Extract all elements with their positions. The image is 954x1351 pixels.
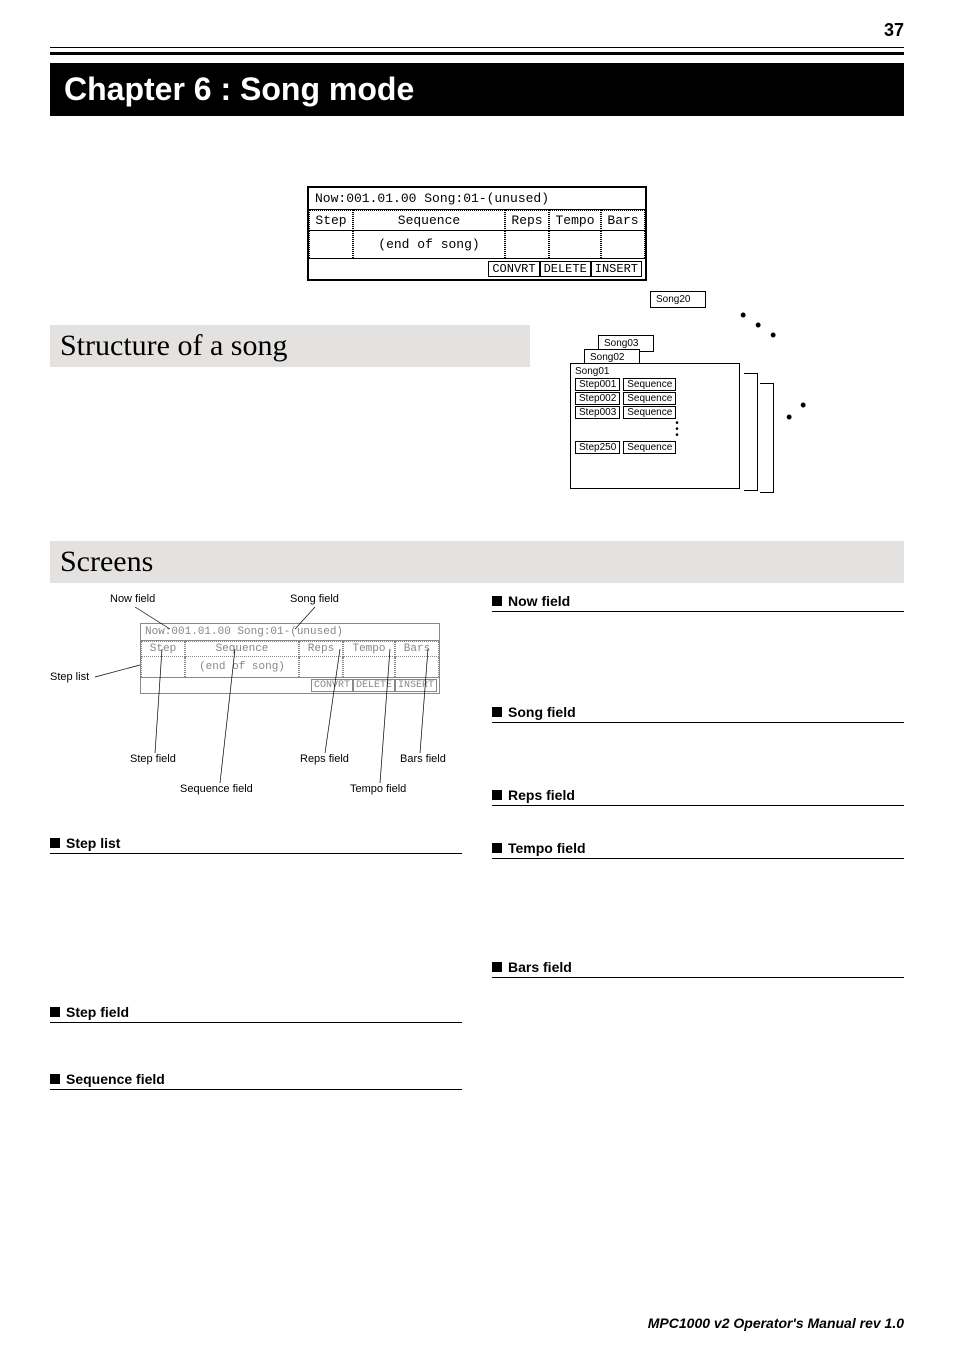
lcd-header-reps: Reps (505, 210, 549, 231)
chapter-title: Chapter 6 : Song mode (50, 63, 904, 116)
lcd-body-sequence: (end of song) (353, 231, 505, 258)
diagram-sequence: Sequence (623, 378, 676, 391)
mini-lcd-row1: Now:001.01.00 Song:01-(unused) (141, 624, 439, 640)
lcd-body-row: (end of song) (309, 231, 645, 258)
diagram-sequence: Sequence (623, 441, 676, 454)
page-footer: MPC1000 v2 Operator's Manual rev 1.0 (648, 1315, 904, 1331)
mini-lcd-hdr-tempo: Tempo (343, 641, 395, 657)
mini-lcd-hdr-reps: Reps (299, 641, 343, 657)
mini-lcd-hdr-step: Step (141, 641, 185, 657)
field-title-sequence-field: Sequence field (50, 1071, 462, 1090)
lcd-header-step: Step (309, 210, 353, 231)
diagram-song20: Song20 (650, 291, 706, 308)
square-icon (492, 596, 502, 606)
section-screens-title: Screens (50, 541, 904, 583)
label-step-field: Step field (130, 753, 176, 765)
section-structure-title: Structure of a song (50, 325, 530, 367)
mini-lcd-delete: DELETE (353, 679, 395, 692)
page-number: 37 (50, 0, 904, 47)
song-structure-diagram: Song20 • • • Song03 Song02 Song01 Step00… (570, 291, 830, 501)
field-title-tempo-field: Tempo field (492, 840, 904, 859)
label-reps-field: Reps field (300, 753, 349, 765)
diagram-sequence: Sequence (623, 406, 676, 419)
lcd-body-reps (505, 231, 549, 258)
mini-lcd-insert: INSERT (395, 679, 437, 692)
label-bars-field: Bars field (400, 753, 446, 765)
mini-lcd: Now:001.01.00 Song:01-(unused) Step Sequ… (140, 623, 440, 694)
dots-icon: • (800, 395, 806, 416)
mini-lcd-convert: CONVRT (311, 679, 353, 692)
lcd-header-tempo: Tempo (549, 210, 601, 231)
square-icon (50, 1007, 60, 1017)
field-title-reps-field: Reps field (492, 787, 904, 806)
lcd-now-line: Now:001.01.00 Song:01-(unused) (309, 188, 645, 209)
mini-lcd-body: (end of song) (185, 657, 299, 677)
lcd-header-row: Step Sequence Reps Tempo Bars (309, 209, 645, 231)
dots-icon: • (740, 305, 746, 326)
lcd-footer: CONVRT DELETE INSERT (309, 258, 645, 279)
mini-lcd-hdr-sequence: Sequence (185, 641, 299, 657)
diagram-step002: Step002 (575, 392, 620, 405)
square-icon (492, 843, 502, 853)
label-now-field: Now field (110, 593, 155, 605)
diagram-step003: Step003 (575, 406, 620, 419)
square-icon (492, 707, 502, 717)
dots-icon: • (770, 325, 776, 346)
square-icon (492, 962, 502, 972)
diagram-step001: Step001 (575, 378, 620, 391)
dots-icon: • (755, 315, 761, 336)
field-title-song-field: Song field (492, 704, 904, 723)
lcd-header-sequence: Sequence (353, 210, 505, 231)
square-icon (50, 838, 60, 848)
label-tempo-field: Tempo field (350, 783, 406, 795)
field-title-step-list: Step list (50, 835, 462, 854)
mini-lcd-hdr-bars: Bars (395, 641, 439, 657)
diagram-cascade (744, 373, 758, 491)
label-sequence-field: Sequence field (180, 783, 253, 795)
label-song-field: Song field (290, 593, 339, 605)
dots-icon: • (786, 407, 792, 428)
field-title-now-field: Now field (492, 593, 904, 612)
lcd-delete-button: DELETE (540, 261, 591, 277)
lcd-header-bars: Bars (601, 210, 645, 231)
field-title-bars-field: Bars field (492, 959, 904, 978)
diagram-cascade (760, 383, 774, 493)
labeled-lcd-diagram: Now field Song field Step list Step fiel… (50, 593, 462, 813)
field-title-step-field: Step field (50, 1004, 462, 1023)
lcd-convert-button: CONVRT (488, 261, 539, 277)
lcd-body-step (309, 231, 353, 258)
diagram-step250: Step250 (575, 441, 620, 454)
square-icon (492, 790, 502, 800)
header-rule (50, 47, 904, 55)
lcd-insert-button: INSERT (591, 261, 642, 277)
diagram-sequence: Sequence (623, 392, 676, 405)
lcd-body-bars (601, 231, 645, 258)
square-icon (50, 1074, 60, 1084)
diagram-song01-label: Song01 (571, 366, 739, 377)
diagram-song01-card: Song01 Step001 Sequence Step002 Sequence… (570, 363, 740, 489)
label-step-list: Step list (50, 671, 89, 683)
lcd-body-tempo (549, 231, 601, 258)
lcd-screenshot: Now:001.01.00 Song:01-(unused) Step Sequ… (307, 186, 647, 281)
